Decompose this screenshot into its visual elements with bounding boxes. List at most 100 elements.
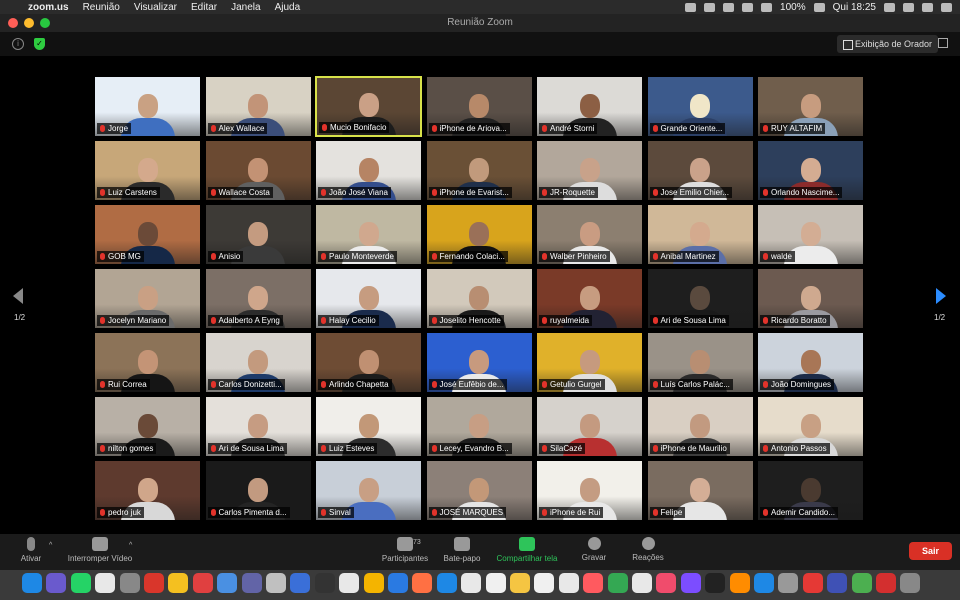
zoom-status-icon[interactable] bbox=[685, 2, 697, 12]
participant-tile[interactable]: SilaCazé bbox=[536, 396, 643, 457]
dock-app-icon[interactable] bbox=[217, 573, 238, 593]
dock-app-icon[interactable] bbox=[339, 573, 360, 593]
dock-app-icon[interactable] bbox=[851, 573, 872, 593]
menu-item-ajuda[interactable]: Ajuda bbox=[275, 2, 301, 13]
participant-tile[interactable]: Jose Emilio Chier... bbox=[647, 140, 754, 201]
menu-item-editar[interactable]: Editar bbox=[191, 2, 217, 13]
participant-tile[interactable]: Fernando Colaci... bbox=[426, 204, 533, 265]
participant-tile[interactable]: Arlindo Chapetta bbox=[315, 332, 422, 393]
audio-options-chevron-icon[interactable]: ^ bbox=[49, 542, 52, 549]
participant-tile[interactable]: iPhone de Rui bbox=[536, 460, 643, 521]
video-options-chevron-icon[interactable]: ^ bbox=[129, 542, 132, 549]
menubar-clock[interactable]: Qui 18:25 bbox=[833, 2, 876, 13]
participant-tile[interactable]: Walber Pinheiro bbox=[536, 204, 643, 265]
participant-tile[interactable]: Ari de Sousa Lima bbox=[205, 396, 312, 457]
dock-app-icon[interactable] bbox=[632, 573, 652, 593]
participant-tile[interactable]: Jocelyn Mariano bbox=[94, 268, 201, 329]
participant-tile[interactable]: walde bbox=[757, 204, 864, 265]
security-shield-icon[interactable]: ✓ bbox=[34, 38, 45, 50]
leave-meeting-button[interactable]: Sair bbox=[909, 542, 952, 560]
share-screen-button[interactable]: Compartilhar tela bbox=[492, 537, 562, 563]
dock-app-icon[interactable] bbox=[22, 573, 42, 593]
unmute-button[interactable]: Ativar bbox=[14, 537, 48, 563]
wifi-icon[interactable] bbox=[742, 2, 754, 12]
participant-tile[interactable]: iPhone de Maurilio bbox=[647, 396, 754, 457]
dock-app-icon[interactable] bbox=[95, 573, 116, 593]
participant-tile[interactable]: Mucio Bonifacio bbox=[315, 76, 422, 137]
participant-tile[interactable]: Sinval bbox=[315, 460, 422, 521]
participant-tile[interactable]: Lecey, Evandro B... bbox=[426, 396, 533, 457]
dock-app-icon[interactable] bbox=[802, 573, 823, 593]
dock-app-icon[interactable] bbox=[583, 573, 604, 593]
record-button[interactable]: Gravar bbox=[578, 537, 610, 562]
time-machine-icon[interactable] bbox=[723, 2, 735, 12]
participant-tile[interactable]: André Storni bbox=[536, 76, 643, 137]
participant-tile[interactable]: pedro juk bbox=[94, 460, 201, 521]
dock-app-icon[interactable] bbox=[314, 573, 335, 593]
close-window-button[interactable] bbox=[8, 18, 18, 28]
participant-tile[interactable]: JOSÉ MARQUES bbox=[426, 460, 533, 521]
dock-app-icon[interactable] bbox=[876, 573, 896, 593]
participant-tile[interactable]: Luís Carlos Palác... bbox=[647, 332, 754, 393]
participant-tile[interactable]: RUY ALTAFIM bbox=[757, 76, 864, 137]
participant-tile[interactable]: Paulo Monteverde bbox=[315, 204, 422, 265]
participant-tile[interactable]: JR-Roquette bbox=[536, 140, 643, 201]
stop-video-button[interactable]: Interromper Vídeo bbox=[64, 537, 136, 563]
dock-app-icon[interactable] bbox=[119, 573, 140, 593]
participant-tile[interactable]: Alex Wallace bbox=[205, 76, 312, 137]
participant-tile[interactable]: iPhone de Ariova... bbox=[426, 76, 533, 137]
dock-app-icon[interactable] bbox=[70, 573, 91, 593]
participant-tile[interactable]: Grande Oriente... bbox=[647, 76, 754, 137]
participant-tile[interactable]: nilton gomes bbox=[94, 396, 201, 457]
participant-tile[interactable]: GOB MG bbox=[94, 204, 201, 265]
dock-app-icon[interactable] bbox=[485, 573, 506, 593]
dock-app-icon[interactable] bbox=[266, 573, 286, 593]
participant-tile[interactable]: Anibal Martinez bbox=[647, 204, 754, 265]
minimize-window-button[interactable] bbox=[24, 18, 34, 28]
participant-tile[interactable]: Antonio Passos bbox=[757, 396, 864, 457]
notification-center-icon[interactable] bbox=[941, 2, 952, 12]
dock-app-icon[interactable] bbox=[388, 573, 408, 593]
dock-app-icon[interactable] bbox=[534, 573, 555, 593]
dock-app-icon[interactable] bbox=[461, 573, 482, 593]
participant-tile[interactable]: Ademir Candido... bbox=[757, 460, 864, 521]
app-menu[interactable]: zoom.us bbox=[28, 2, 69, 13]
participant-tile[interactable]: João José Viana bbox=[315, 140, 422, 201]
dock-app-icon[interactable] bbox=[705, 573, 726, 593]
participant-tile[interactable]: Orlando Nascime... bbox=[757, 140, 864, 201]
participant-tile[interactable]: Getulio Gurgel bbox=[536, 332, 643, 393]
previous-page-arrow-icon[interactable] bbox=[13, 288, 23, 304]
participant-tile[interactable]: Luiz Esteves bbox=[315, 396, 422, 457]
participant-tile[interactable]: João Domingues bbox=[757, 332, 864, 393]
speaker-view-button[interactable]: Exibição de Orador bbox=[837, 35, 939, 53]
dropbox-icon[interactable] bbox=[704, 2, 716, 12]
dock-app-icon[interactable] bbox=[510, 573, 530, 593]
participant-tile[interactable]: Ari de Sousa Lima bbox=[647, 268, 754, 329]
participant-tile[interactable]: ruyalmeida bbox=[536, 268, 643, 329]
menu-item-reuniao[interactable]: Reunião bbox=[83, 2, 120, 13]
spotlight-icon[interactable] bbox=[903, 2, 914, 12]
zoom-window-button[interactable] bbox=[40, 18, 50, 28]
fullscreen-icon[interactable] bbox=[938, 38, 948, 48]
dock-app-icon[interactable] bbox=[144, 573, 164, 593]
dock-app-icon[interactable] bbox=[680, 573, 701, 593]
meeting-info-icon[interactable]: i bbox=[12, 38, 24, 50]
dock-app-icon[interactable] bbox=[363, 573, 384, 593]
dock-app-icon[interactable] bbox=[656, 573, 677, 593]
chat-button[interactable]: Bate-papo bbox=[440, 537, 484, 563]
participant-tile[interactable]: Joselito Hencotte bbox=[426, 268, 533, 329]
participant-tile[interactable]: Ricardo Boratto bbox=[757, 268, 864, 329]
dock-app-icon[interactable] bbox=[436, 573, 457, 593]
dock-app-icon[interactable] bbox=[192, 573, 213, 593]
dock-app-icon[interactable] bbox=[290, 573, 311, 593]
dock-app-icon[interactable] bbox=[412, 573, 433, 593]
dock-app-icon[interactable] bbox=[729, 573, 750, 593]
dock-app-icon[interactable] bbox=[607, 573, 628, 593]
participant-tile[interactable]: Wallace Costa bbox=[205, 140, 312, 201]
participant-tile[interactable]: José Eufêbio de... bbox=[426, 332, 533, 393]
next-page-arrow-icon[interactable] bbox=[936, 288, 946, 304]
dock-app-icon[interactable] bbox=[827, 573, 848, 593]
participant-tile[interactable]: Carlos Pimenta d... bbox=[205, 460, 312, 521]
participant-tile[interactable]: Rui Correa bbox=[94, 332, 201, 393]
menu-item-janela[interactable]: Janela bbox=[231, 2, 260, 13]
